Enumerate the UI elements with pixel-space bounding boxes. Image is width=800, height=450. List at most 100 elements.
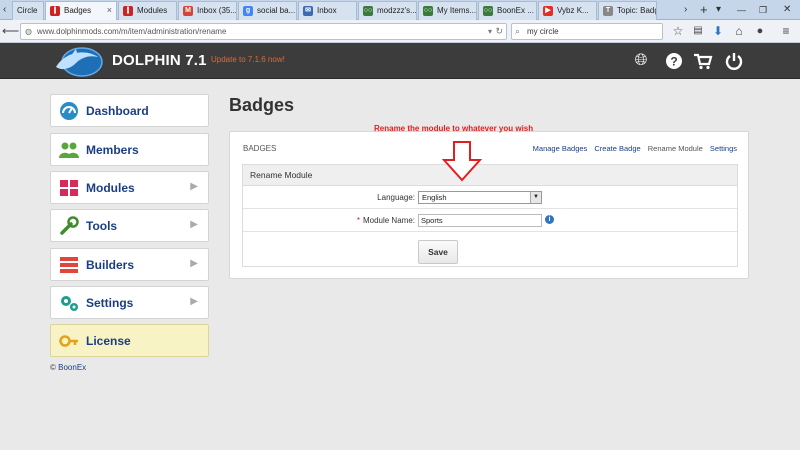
browser-tab-label: BoonEx ...	[497, 6, 534, 15]
topic-icon: T	[603, 6, 613, 16]
language-select[interactable]: English ▼	[418, 191, 542, 204]
browser-tab[interactable]: g social ba...	[238, 1, 297, 20]
sidebar-item-builders[interactable]: Builders ▶	[50, 248, 209, 281]
download-icon[interactable]: ⬇	[710, 23, 726, 39]
sidebar-item-label: License	[86, 334, 131, 348]
required-asterisk: *	[356, 216, 360, 225]
panel-title: BADGES	[243, 144, 277, 153]
language-row: Language: English ▼	[243, 187, 737, 209]
browser-tab[interactable]: M Inbox (35...	[178, 1, 237, 20]
browser-tab-label: Circle	[17, 6, 38, 15]
search-bar[interactable]: ⌕ my circle	[511, 23, 663, 40]
browser-tab-label: Inbox (35...	[197, 6, 237, 15]
browser-tab[interactable]: Circle	[12, 1, 44, 20]
browser-tab-label: Inbox	[317, 6, 337, 15]
globe-icon[interactable]: 🌐︎	[631, 51, 651, 71]
list-all-tabs-icon[interactable]: ▾	[716, 2, 721, 18]
boonex-link[interactable]: BoonEx	[58, 363, 86, 372]
tools-icon	[60, 216, 79, 235]
cart-icon[interactable]	[693, 51, 713, 71]
close-tab-icon[interactable]: ×	[107, 2, 112, 19]
sidebar-item-modules[interactable]: Modules ▶	[50, 171, 209, 204]
reload-icon[interactable]: ↻	[495, 24, 503, 39]
sidebar-item-dashboard[interactable]: Dashboard	[50, 94, 209, 127]
browser-tab[interactable]: ○○ My Items...	[418, 1, 477, 20]
sidebar-item-members[interactable]: Members	[50, 133, 209, 166]
module-name-row: * Module Name: Sports i	[243, 210, 737, 232]
page-title: Badges	[229, 95, 295, 115]
brand-title: DOLPHIN 7.1	[112, 52, 207, 69]
chevron-right-icon: ▶	[190, 219, 198, 230]
reading-list-icon[interactable]: ▤	[690, 23, 706, 39]
language-label: Language:	[377, 193, 415, 202]
rename-module-form: Rename Module Language: English ▼ * Modul…	[242, 164, 738, 267]
module-name-label: Module Name:	[362, 216, 415, 225]
sidebar-item-label: Settings	[86, 296, 134, 310]
menu-icon[interactable]: ≡	[778, 23, 794, 39]
browser-tab[interactable]: ✉ Inbox	[298, 1, 357, 20]
help-icon[interactable]: ?	[664, 51, 684, 71]
browser-tab-label: Vybz K...	[557, 6, 589, 15]
tab-create-badge[interactable]: Create Badge	[594, 144, 640, 153]
modzzz-icon: ○○	[483, 6, 493, 16]
form-heading: Rename Module	[243, 165, 737, 186]
info-icon[interactable]: i	[545, 215, 554, 224]
sidebar-item-label: Modules	[86, 181, 135, 195]
dolphin-favicon: ∥	[123, 6, 133, 16]
address-bar[interactable]: ◍ www.dolphinmods.com/m/item/administrat…	[20, 23, 507, 40]
browser-tab[interactable]: ○○ modzzz's...	[358, 1, 417, 20]
browser-tab-bar: ‹ Circle ∥ Badges × ∥ Modules M Inbox (35... g so…	[0, 0, 800, 20]
dropdown-history-icon[interactable]: ▾	[488, 24, 492, 39]
update-link[interactable]: Update to 7.1.6 now!	[211, 55, 285, 64]
license-key-icon	[59, 335, 78, 347]
members-icon	[59, 142, 79, 158]
sidebar-item-label: Members	[86, 143, 139, 157]
module-name-label-wrap: * Module Name:	[357, 216, 415, 225]
home-icon[interactable]: ⌂	[731, 23, 747, 39]
modules-icon	[60, 180, 78, 196]
sidebar-item-license[interactable]: License	[50, 324, 209, 357]
panel-tabs: Manage Badges Create Badge Rename Module…	[528, 144, 737, 153]
dolphin-logo[interactable]	[52, 45, 104, 77]
chevron-down-icon: ▼	[530, 192, 541, 203]
power-icon[interactable]	[724, 51, 744, 71]
chat-icon[interactable]: ●	[752, 23, 768, 39]
chevron-right-icon: ▶	[190, 181, 198, 192]
copyright-symbol: ©	[50, 363, 56, 372]
browser-tab[interactable]: ∥ Modules	[118, 1, 177, 20]
dashboard-icon	[60, 102, 78, 120]
chevron-right-icon: ▶	[190, 258, 198, 269]
globe-site-icon: ◍	[25, 27, 32, 36]
google-icon: g	[243, 6, 253, 16]
browser-tab-label: Badges	[64, 6, 92, 15]
scroll-tabs-left-icon[interactable]: ‹	[3, 2, 6, 18]
search-bar-text: my circle	[527, 27, 559, 36]
browser-tab[interactable]: ∥ Badges ×	[45, 1, 117, 20]
save-button[interactable]: Save	[418, 240, 458, 264]
dolphin-favicon: ∥	[50, 6, 60, 16]
browser-tab[interactable]: ○○ BoonEx ...	[478, 1, 537, 20]
close-window-icon[interactable]: ✕	[783, 2, 791, 18]
browser-tab[interactable]: ▶ Vybz K...	[538, 1, 597, 20]
settings-icon	[61, 296, 78, 311]
minimize-window-icon[interactable]: —	[737, 2, 746, 18]
maximize-window-icon[interactable]: ❐	[759, 2, 767, 18]
svg-text:?: ?	[670, 55, 677, 69]
sidebar-item-label: Dashboard	[86, 104, 149, 118]
sidebar-item-label: Tools	[86, 219, 118, 233]
module-name-input[interactable]: Sports	[418, 214, 542, 227]
new-tab-icon[interactable]: +	[700, 2, 708, 18]
tab-manage-badges[interactable]: Manage Badges	[533, 144, 588, 153]
sidebar-item-tools[interactable]: Tools ▶	[50, 209, 209, 242]
tab-settings[interactable]: Settings	[710, 144, 737, 153]
browser-tab[interactable]: T Topic: Badge ...	[598, 1, 657, 20]
browser-tab-label: modzzz's...	[377, 6, 417, 15]
annotation-down-arrow-icon	[442, 141, 482, 182]
tab-rename-module[interactable]: Rename Module	[648, 144, 703, 153]
back-arrow-icon[interactable]: ⟵	[2, 23, 19, 39]
youtube-icon: ▶	[543, 6, 553, 16]
scroll-tabs-right-icon[interactable]: ›	[684, 2, 687, 18]
sidebar-item-settings[interactable]: Settings ▶	[50, 286, 209, 319]
browser-navigation-bar: ⟵ ◍ www.dolphinmods.com/m/item/administr…	[0, 20, 800, 43]
bookmark-star-icon[interactable]: ☆	[670, 23, 686, 39]
